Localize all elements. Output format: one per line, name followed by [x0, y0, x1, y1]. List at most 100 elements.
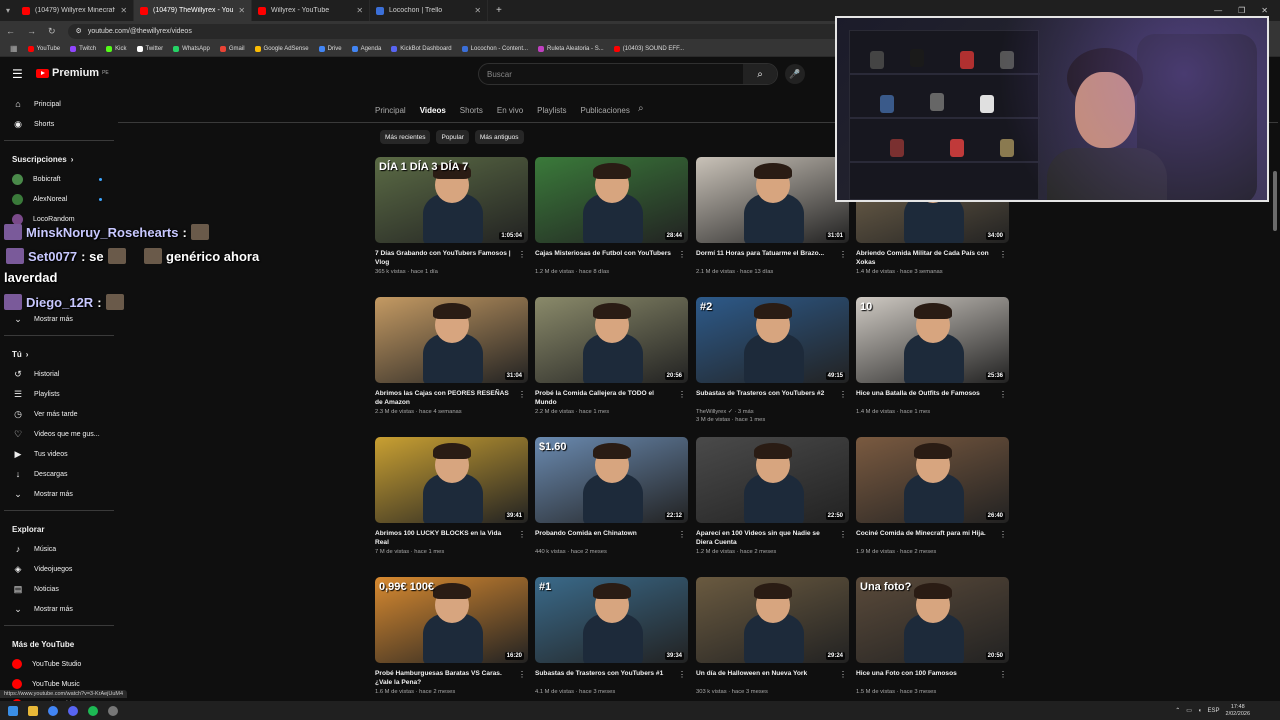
tray-chevron-icon[interactable]: ⌃ [1175, 707, 1180, 714]
video-title[interactable]: Cociné Comida de Minecraft para mi Hija. [856, 529, 1009, 547]
sidebar-item[interactable]: ◷ Ver más tarde [0, 404, 118, 424]
page-scrollbar[interactable] [1272, 91, 1278, 701]
video-card[interactable]: Una foto? 20:50 Hice una Foto con 100 Famo… [856, 577, 1009, 707]
more-options-icon[interactable]: ⋮ [518, 530, 526, 539]
back-icon[interactable]: ← [0, 26, 21, 36]
sidebar-item[interactable]: ⌂ Principal [0, 94, 118, 114]
tab-videos[interactable]: Videos [420, 106, 446, 115]
video-card[interactable]: $1.60 22:12 Probando Comida en Chinatown 44… [535, 437, 688, 567]
channel-search-icon[interactable]: ⌕ [638, 103, 644, 114]
bookmark-item[interactable]: YouTube [27, 45, 60, 52]
search-box[interactable]: Buscar ⌕ [478, 63, 778, 85]
video-card[interactable]: 20:56 Probé la Comida Callejera de TODO e… [535, 297, 688, 427]
video-title[interactable]: Aparecí en 100 Videos sin que Nadie se D… [696, 529, 849, 547]
close-window-icon[interactable]: ✕ [1261, 6, 1268, 15]
video-title[interactable]: Abrimos 100 LUCKY BLOCKS en la Vida Real [375, 529, 528, 547]
more-options-icon[interactable]: ⋮ [518, 250, 526, 259]
sidebar-item[interactable]: ▶ Tus videos [0, 444, 118, 464]
tab-publicaciones[interactable]: Publicaciones [580, 106, 629, 115]
video-title[interactable]: Hice una Foto con 100 Famosos [856, 669, 1009, 687]
voice-search-button[interactable]: 🎤 [785, 64, 805, 84]
video-title[interactable]: Hice una Batalla de Outfits de Famosos [856, 389, 1009, 407]
browser-tab[interactable]: Willyrex - YouTube ✕ [252, 0, 371, 21]
you-header[interactable]: Tú › [0, 344, 118, 364]
volume-icon[interactable]: ◖ [1198, 708, 1202, 714]
browser-tab[interactable]: (10479) TheWillyrex - YouTube ✕ [134, 0, 253, 21]
video-card[interactable]: 39:41 Abrimos 100 LUCKY BLOCKS en la Vida… [375, 437, 528, 567]
video-card[interactable]: 26:40 Cociné Comida de Minecraft para mi … [856, 437, 1009, 567]
video-thumbnail[interactable]: $1.60 22:12 [535, 437, 688, 523]
video-thumbnail[interactable]: 31:04 [375, 297, 528, 383]
video-card[interactable]: 0,99€ 100€ 16:20 Probé Hamburguesas Barata… [375, 577, 528, 707]
close-tab-icon[interactable]: ✕ [238, 6, 245, 15]
sidebar-item[interactable]: ☰ Playlists [0, 384, 118, 404]
video-title[interactable]: Probé Hamburguesas Baratas VS Caras. ¿Va… [375, 669, 528, 687]
video-card[interactable]: 28:44 Cajas Misteriosas de Futbol con You… [535, 157, 688, 287]
chrome-icon[interactable] [48, 705, 58, 716]
video-thumbnail[interactable]: #2 49:15 [696, 297, 849, 383]
sidebar-item[interactable]: ◉ Shorts [0, 114, 118, 134]
sidebar-item[interactable]: ↺ Historial [0, 364, 118, 384]
video-card[interactable]: DÍA 1 DÍA 3 DÍA 7 1:05:04 7 Días Grabando … [375, 157, 528, 287]
browser-tab[interactable]: Locochon | Trello ✕ [370, 0, 489, 21]
hamburger-menu-icon[interactable]: ☰ [12, 67, 23, 81]
video-title[interactable]: Un día de Halloween en Nueva York [696, 669, 849, 687]
video-thumbnail[interactable]: Una foto? 20:50 [856, 577, 1009, 663]
reload-icon[interactable]: ↻ [42, 26, 62, 37]
video-title[interactable]: Subastas de Trasteros con YouTubers #2 [696, 389, 849, 407]
bookmark-item[interactable]: Agenda [351, 45, 381, 52]
more-options-icon[interactable]: ⋮ [839, 530, 847, 539]
tab-en-vivo[interactable]: En vivo [497, 106, 523, 115]
discord-icon[interactable] [68, 705, 78, 716]
subscriptions-header[interactable]: Suscripciones › [0, 149, 118, 169]
more-options-icon[interactable]: ⋮ [518, 670, 526, 679]
video-card[interactable]: 10 25:36 Hice una Batalla de Outfits de Fa… [856, 297, 1009, 427]
subscription-item[interactable]: AlexNoreal [0, 189, 118, 209]
bookmark-item[interactable]: Kick [106, 45, 127, 52]
more-options-icon[interactable]: ⋮ [839, 390, 847, 399]
video-thumbnail[interactable]: 20:56 [535, 297, 688, 383]
sidebar-item[interactable]: ⌄ Mostrar más [0, 599, 118, 619]
obs-icon[interactable] [108, 705, 118, 716]
minimize-icon[interactable]: — [1214, 6, 1222, 15]
video-thumbnail[interactable]: 22:50 [696, 437, 849, 523]
video-title[interactable]: Probando Comida en Chinatown [535, 529, 688, 547]
bookmark-item[interactable]: Locochon - Content... [461, 45, 528, 52]
video-thumbnail[interactable]: 39:41 [375, 437, 528, 523]
maximize-icon[interactable]: ❐ [1238, 6, 1245, 15]
video-title[interactable]: Dormí 11 Horas para Tatuarme el Brazo... [696, 249, 849, 267]
sidebar-item[interactable]: ♪ Música [0, 539, 118, 559]
forward-icon[interactable]: → [21, 26, 42, 36]
more-options-icon[interactable]: ⋮ [999, 670, 1007, 679]
video-thumbnail[interactable]: 29:24 [696, 577, 849, 663]
video-title[interactable]: Abrimos las Cajas con PEORES RESEÑAS de … [375, 389, 528, 407]
bookmark-item[interactable]: Drive [318, 45, 342, 52]
video-title[interactable]: Abriendo Comida Militar de Cada País con… [856, 249, 1009, 267]
network-icon[interactable]: ▭ [1186, 707, 1192, 714]
more-options-icon[interactable]: ⋮ [678, 670, 686, 679]
file-explorer-icon[interactable] [28, 705, 38, 716]
bookmark-item[interactable]: WhatsApp [173, 45, 210, 52]
close-tab-icon[interactable]: ✕ [120, 6, 127, 15]
video-title[interactable]: 7 Días Grabando con YouTubers Famosos | … [375, 249, 528, 267]
sidebar-item[interactable]: ⌄ Mostrar más [0, 484, 118, 504]
explore-header[interactable]: Explorar [0, 519, 118, 539]
more-options-icon[interactable]: ⋮ [839, 250, 847, 259]
new-tab-icon[interactable]: + [488, 5, 510, 16]
clock[interactable]: 17:48 2/02/2026 [1226, 704, 1250, 718]
tab-principal[interactable]: Principal [375, 106, 406, 115]
scrollbar-thumb[interactable] [1273, 171, 1277, 231]
spotify-icon[interactable] [88, 705, 98, 716]
video-card[interactable]: 31:01 Dormí 11 Horas para Tatuarme el Bra… [696, 157, 849, 287]
subscription-item[interactable]: Bobicraft [0, 169, 118, 189]
language-indicator[interactable]: ESP [1208, 708, 1220, 714]
video-card[interactable]: 22:50 Aparecí en 100 Videos sin que Nadie… [696, 437, 849, 567]
bookmark-item[interactable]: Google AdSense [254, 45, 309, 52]
sort-chip[interactable]: Más antiguos [474, 130, 524, 144]
bookmark-item[interactable]: (10403) SOUND EFF... [613, 45, 684, 52]
video-card[interactable]: 31:04 Abrimos las Cajas con PEORES RESEÑA… [375, 297, 528, 427]
more-options-icon[interactable]: ⋮ [518, 390, 526, 399]
bookmark-item[interactable]: Gmail [219, 45, 245, 52]
url-field[interactable]: ⚙ youtube.com/@thewillyrex/videos [67, 23, 868, 39]
video-card[interactable]: 29:24 Un día de Halloween en Nueva York 30… [696, 577, 849, 707]
